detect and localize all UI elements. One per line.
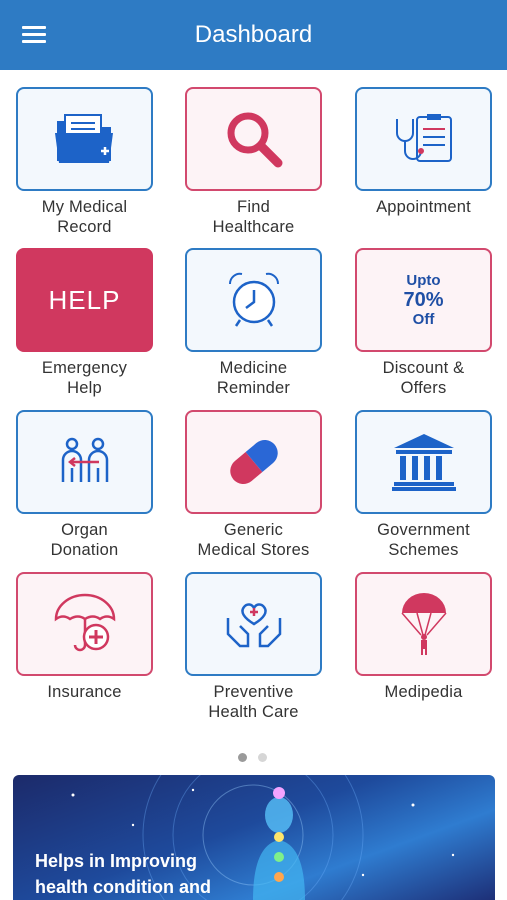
- tile-label: Government Schemes: [377, 521, 470, 559]
- tile-box: [16, 572, 153, 676]
- tile-label: Appointment: [376, 198, 471, 216]
- tile-insurance[interactable]: Insurance: [16, 572, 153, 702]
- page-title: Dashboard: [194, 21, 313, 48]
- parachute-icon: [400, 593, 447, 655]
- tile-box: [185, 572, 322, 676]
- tile-box: Upto 70% Off: [355, 248, 492, 352]
- government-building-icon: [391, 434, 456, 491]
- tile-box: [185, 248, 322, 352]
- tile-organ-donation[interactable]: Organ Donation: [16, 410, 153, 560]
- promo-banner[interactable]: Helps in Improving health condition and: [13, 775, 495, 900]
- app-header: Dashboard: [0, 0, 507, 70]
- tile-label: Emergency Help: [41, 359, 128, 397]
- alarm-clock-icon: [228, 272, 279, 327]
- tile-box: [185, 410, 322, 514]
- tile-discount-offers[interactable]: Upto 70% Off Discount & Offers: [355, 248, 492, 398]
- tile-box: HELP: [16, 248, 153, 352]
- tile-label: Medipedia: [384, 683, 463, 701]
- tile-label: Find Healthcare: [212, 198, 295, 236]
- tile-medipedia[interactable]: Medipedia: [355, 572, 492, 702]
- page-dot-active[interactable]: [238, 753, 247, 762]
- tile-appointment[interactable]: Appointment: [355, 87, 492, 217]
- help-icon: HELP: [48, 284, 121, 315]
- tile-label: Insurance: [47, 683, 122, 701]
- tile-label: Generic Medical Stores: [197, 521, 310, 559]
- tile-label: Preventive Health Care: [208, 683, 299, 721]
- tile-generic-medical-stores[interactable]: Generic Medical Stores: [185, 410, 322, 560]
- tile-emergency-help[interactable]: HELP Emergency Help: [16, 248, 153, 398]
- stethoscope-clipboard-icon: [395, 114, 452, 162]
- banner-text: Helps in Improving health condition and: [35, 851, 211, 897]
- search-icon: [227, 112, 282, 168]
- tile-my-medical-record[interactable]: My Medical Record: [16, 87, 153, 237]
- tile-label: Discount & Offers: [382, 359, 465, 397]
- hands-heart-icon: [226, 603, 281, 648]
- tile-label: Medicine Reminder: [216, 359, 291, 397]
- capsule-icon: [229, 440, 278, 484]
- tile-label: Organ Donation: [50, 521, 119, 559]
- umbrella-icon: [54, 593, 115, 652]
- tile-medicine-reminder[interactable]: Medicine Reminder: [185, 248, 322, 398]
- tile-preventive-health-care[interactable]: Preventive Health Care: [185, 572, 322, 722]
- tile-box: [185, 87, 322, 191]
- page-dot[interactable]: [258, 753, 267, 762]
- tile-box: [355, 87, 492, 191]
- tile-box: [355, 410, 492, 514]
- discount-icon: Upto 70% Off: [403, 272, 444, 328]
- tile-box: [16, 87, 153, 191]
- tile-find-healthcare[interactable]: Find Healthcare: [185, 87, 322, 237]
- organ-donation-icon: [61, 437, 108, 482]
- tile-government-schemes[interactable]: Government Schemes: [355, 410, 492, 560]
- tile-label: My Medical Record: [41, 198, 128, 236]
- folder-icon: [54, 114, 113, 163]
- tile-box: [16, 410, 153, 514]
- tile-box: [355, 572, 492, 676]
